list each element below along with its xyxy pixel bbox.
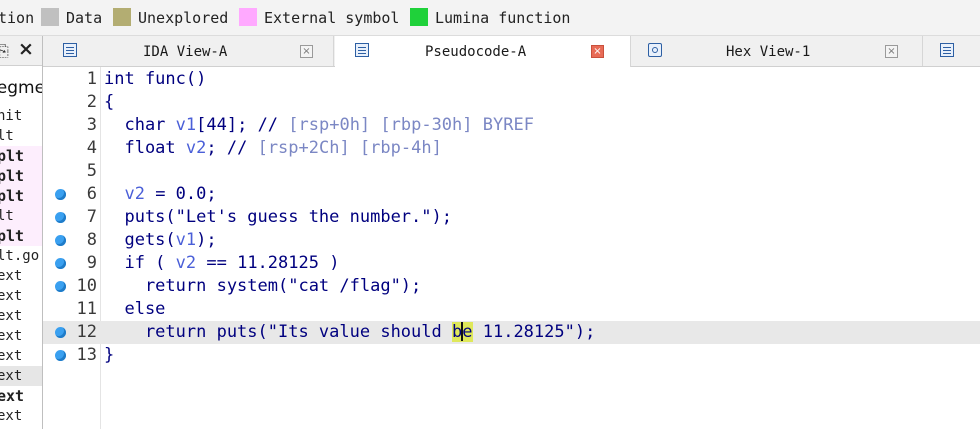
segment-row[interactable]: ext	[0, 306, 42, 326]
code-line-current[interactable]: 12 return puts("Its value should be 11.2…	[43, 321, 980, 344]
legend-label: Lumina function	[435, 9, 571, 27]
segment-list: nit lt plt plt plt lt plt lt.go ext ext …	[0, 106, 42, 426]
segment-row[interactable]: plt	[0, 226, 42, 246]
segment-row[interactable]: ext	[0, 346, 42, 366]
segments-panel-header: ⎘ ×	[0, 36, 42, 66]
pseudocode-icon	[355, 43, 369, 57]
line-number: 9	[86, 253, 97, 273]
tab-close-icon[interactable]: ×	[885, 45, 898, 58]
legend-item-lumina-function: Lumina function	[410, 8, 570, 28]
legend-label: tion	[0, 9, 35, 27]
tab-ida-view-a[interactable]: IDA View-A ×	[43, 36, 334, 66]
code-line[interactable]: 4 float v2; // [rsp+2Ch] [rbp-4h]	[43, 137, 980, 160]
code-line[interactable]: 2 {	[43, 91, 980, 114]
line-number: 11	[76, 299, 97, 319]
code-line[interactable]: 7 puts("Let's guess the number.");	[43, 206, 980, 229]
line-number: 13	[76, 345, 97, 365]
line-number: 12	[76, 322, 97, 342]
line-number: 1	[86, 69, 97, 89]
line-number: 5	[86, 161, 97, 181]
pseudocode-view[interactable]: 1 int func() 2 { 3 char v1[44]; // [rsp+…	[43, 67, 980, 429]
legend-item-unexplored: Unexplored	[113, 8, 228, 28]
segment-row[interactable]: plt	[0, 166, 42, 186]
code-line[interactable]: 13 }	[43, 344, 980, 367]
segment-row[interactable]: nit	[0, 106, 42, 126]
code-line[interactable]: 11 else	[43, 298, 980, 321]
segment-row[interactable]: ext	[0, 366, 42, 386]
segment-row[interactable]: ext	[0, 406, 42, 426]
legend-item-data: Data	[41, 8, 102, 28]
structures-icon	[940, 43, 954, 57]
code-text[interactable]: puts("Let's guess the number.");	[104, 207, 452, 228]
legend-label: External symbol	[264, 9, 400, 27]
code-line[interactable]: 6 v2 = 0.0;	[43, 183, 980, 206]
legend-bar: tion Data Unexplored External symbol Lum…	[0, 0, 980, 36]
code-text[interactable]: {	[104, 92, 114, 113]
legend-label: Unexplored	[138, 9, 229, 27]
line-number: 6	[86, 184, 97, 204]
legend-swatch-lumina-function	[410, 8, 428, 26]
code-text[interactable]: else	[104, 299, 165, 320]
code-text[interactable]: }	[104, 345, 114, 366]
legend-item-external-symbol: External symbol	[239, 8, 399, 28]
tab-label: Pseudocode-A	[425, 44, 527, 60]
tab-structures[interactable]	[924, 36, 980, 66]
line-number: 8	[86, 230, 97, 250]
segment-row[interactable]: lt	[0, 206, 42, 226]
code-text[interactable]: int func()	[104, 69, 206, 90]
segment-row[interactable]: plt	[0, 186, 42, 206]
line-number: 3	[86, 115, 97, 135]
line-number: 10	[76, 276, 97, 296]
segment-row[interactable]: ext	[0, 326, 42, 346]
text-caret	[461, 322, 464, 341]
column-header-segment[interactable]: Segme	[0, 78, 42, 98]
code-line[interactable]: 8 gets(v1);	[43, 229, 980, 252]
segment-row[interactable]: ext	[0, 286, 42, 306]
tab-label: Hex View-1	[726, 44, 811, 60]
code-text[interactable]: v2 = 0.0;	[104, 184, 216, 205]
tab-close-icon[interactable]: ×	[591, 45, 604, 58]
legend-swatch-unexplored	[113, 8, 131, 26]
code-line[interactable]: 5	[43, 160, 980, 183]
segment-row[interactable]: lt.go	[0, 246, 42, 266]
segment-row[interactable]: ext	[0, 386, 42, 406]
line-number: 7	[86, 207, 97, 227]
legend-swatch-data	[41, 8, 59, 26]
legend-label: Data	[66, 9, 103, 27]
code-text[interactable]: float v2; // [rsp+2Ch] [rbp-4h]	[104, 138, 441, 159]
close-icon[interactable]: ×	[18, 38, 34, 60]
code-text[interactable]: return system("cat /flag");	[104, 276, 421, 297]
tab-hex-view-1[interactable]: Hex View-1 ×	[632, 36, 923, 66]
code-line[interactable]: 10 return system("cat /flag");	[43, 275, 980, 298]
code-text[interactable]: return puts("Its value should be 11.2812…	[104, 322, 595, 343]
line-number: 4	[86, 138, 97, 158]
code-text[interactable]: gets(v1);	[104, 230, 216, 251]
highlighted-word: be	[452, 322, 473, 342]
segments-panel: ⎘ × Segme nit lt plt plt plt lt plt lt.g…	[0, 36, 43, 429]
tab-label: IDA View-A	[143, 44, 228, 60]
tab-close-icon[interactable]: ×	[300, 45, 313, 58]
segment-row[interactable]: lt	[0, 126, 42, 146]
hex-view-icon	[648, 43, 662, 57]
code-line[interactable]: 9 if ( v2 == 11.28125 )	[43, 252, 980, 275]
code-line[interactable]: 3 char v1[44]; // [rsp+0h] [rbp-30h] BYR…	[43, 114, 980, 137]
segment-row[interactable]: plt	[0, 146, 42, 166]
code-line[interactable]: 1 int func()	[43, 68, 980, 91]
tab-pseudocode-a[interactable]: Pseudocode-A ×	[335, 36, 631, 67]
legend-item-function: tion	[0, 8, 34, 28]
segment-row[interactable]: ext	[0, 266, 42, 286]
code-text[interactable]: char v1[44]; // [rsp+0h] [rbp-30h] BYREF	[104, 115, 533, 136]
line-number: 2	[86, 92, 97, 112]
ida-view-icon	[63, 43, 77, 57]
code-text[interactable]: if ( v2 == 11.28125 )	[104, 253, 339, 274]
pin-icon[interactable]: ⎘	[0, 41, 9, 61]
view-tab-bar: IDA View-A × Pseudocode-A × Hex View-1 ×	[43, 36, 980, 67]
legend-swatch-external-symbol	[239, 8, 257, 26]
